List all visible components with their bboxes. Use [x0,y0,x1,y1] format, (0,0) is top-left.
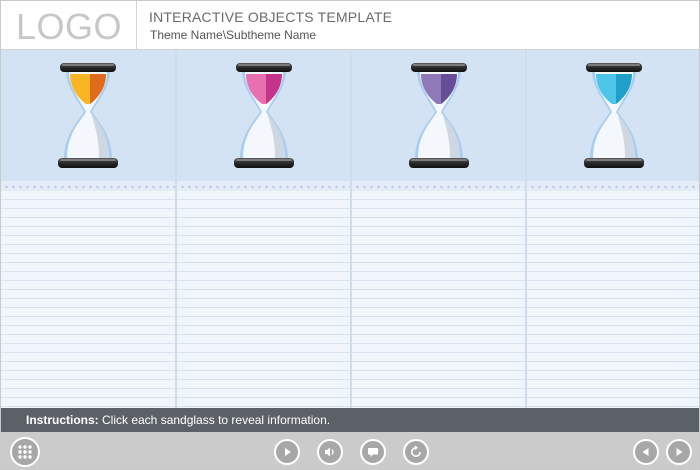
player-bar [1,432,699,469]
volume-icon [325,447,334,457]
replay-button[interactable] [403,439,429,465]
play-button[interactable] [274,439,300,465]
sandglass-pink-icon [233,63,294,168]
caption-icon [368,448,378,457]
page-title: INTERACTIVE OBJECTS TEMPLATE [149,9,393,25]
sandglass-cyan-icon [584,63,644,168]
sandglass-orange-icon [58,63,118,168]
replay-icon [411,445,421,457]
caption-button[interactable] [360,439,386,465]
play-icon [285,448,291,456]
logo-text: LOGO [16,6,123,47]
header: LOGO INTERACTIVE OBJECTS TEMPLATE Theme … [1,1,699,50]
previous-button[interactable] [633,439,659,465]
menu-icon [18,445,32,459]
page-subtitle: Theme Name\Subtheme Name [150,28,317,42]
menu-button[interactable] [10,437,40,467]
column-2 [177,50,352,408]
column-3 [352,50,527,408]
columns [1,50,699,408]
instructions-label: Instructions: [26,413,99,427]
column-1 [1,50,177,408]
app-frame: LOGO INTERACTIVE OBJECTS TEMPLATE Theme … [0,0,700,470]
next-icon [676,448,683,456]
instructions-bar: Instructions: Click each sandglass to re… [1,408,699,432]
sandglass-3[interactable] [403,60,475,172]
previous-icon [642,448,649,456]
instructions-text: Click each sandglass to reveal informati… [98,413,331,427]
sandglass-2[interactable] [228,60,300,172]
volume-button[interactable] [317,439,343,465]
sandglass-4[interactable] [578,60,650,172]
sandglass-1[interactable] [52,60,124,172]
column-4 [527,50,699,408]
next-button[interactable] [666,439,692,465]
sandglass-purple-icon [408,63,469,168]
logo: LOGO [1,1,137,50]
